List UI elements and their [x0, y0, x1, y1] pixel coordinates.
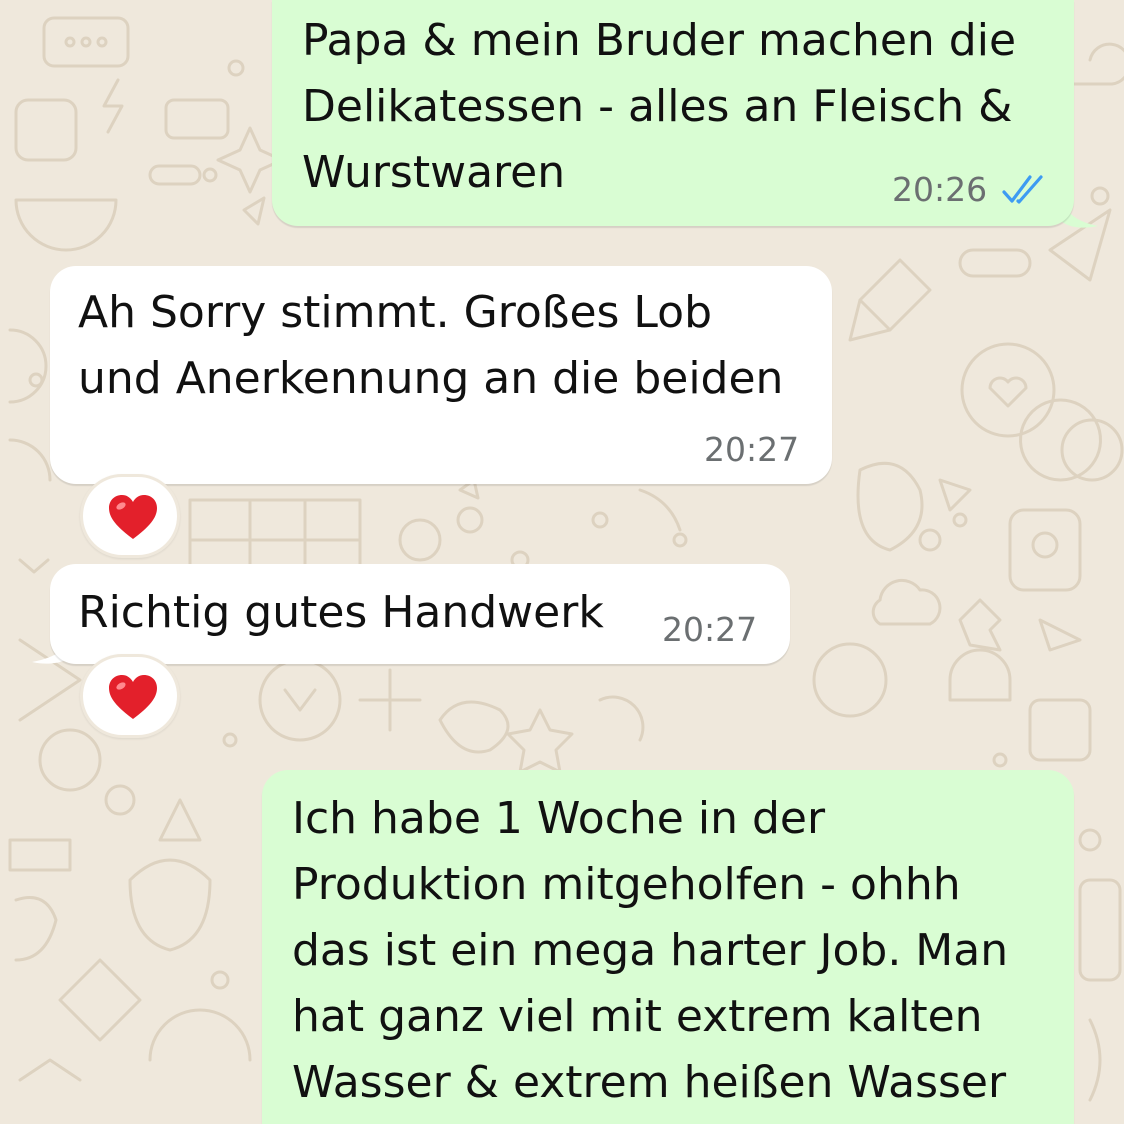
red-heart-icon — [109, 675, 157, 719]
red-heart-icon — [109, 495, 157, 539]
message-text: Richtig gutes Handwerk — [78, 587, 604, 638]
incoming-message[interactable]: Richtig gutes Handwerk 20:27 — [50, 564, 790, 664]
message-text: Ah Sorry stimmt. Großes Lob und Anerkenn… — [78, 287, 784, 404]
read-double-check-icon — [1002, 175, 1043, 204]
reaction-badge[interactable] — [80, 654, 180, 738]
outgoing-message[interactable]: Ich habe 1 Woche in der Produktion mitge… — [262, 770, 1074, 1124]
chat-view[interactable]: Papa & mein Bruder machen die Delikatess… — [0, 0, 1124, 1124]
reaction-badge[interactable] — [80, 474, 180, 558]
message-time: 20:26 — [892, 170, 988, 209]
incoming-message[interactable]: Ah Sorry stimmt. Großes Lob und Anerkenn… — [50, 266, 832, 484]
outgoing-message[interactable]: Papa & mein Bruder machen die Delikatess… — [272, 0, 1074, 226]
message-time: 20:27 — [704, 430, 800, 469]
message-text: Ich habe 1 Woche in der Produktion mitge… — [292, 793, 1009, 1108]
message-time: 20:27 — [662, 610, 758, 649]
